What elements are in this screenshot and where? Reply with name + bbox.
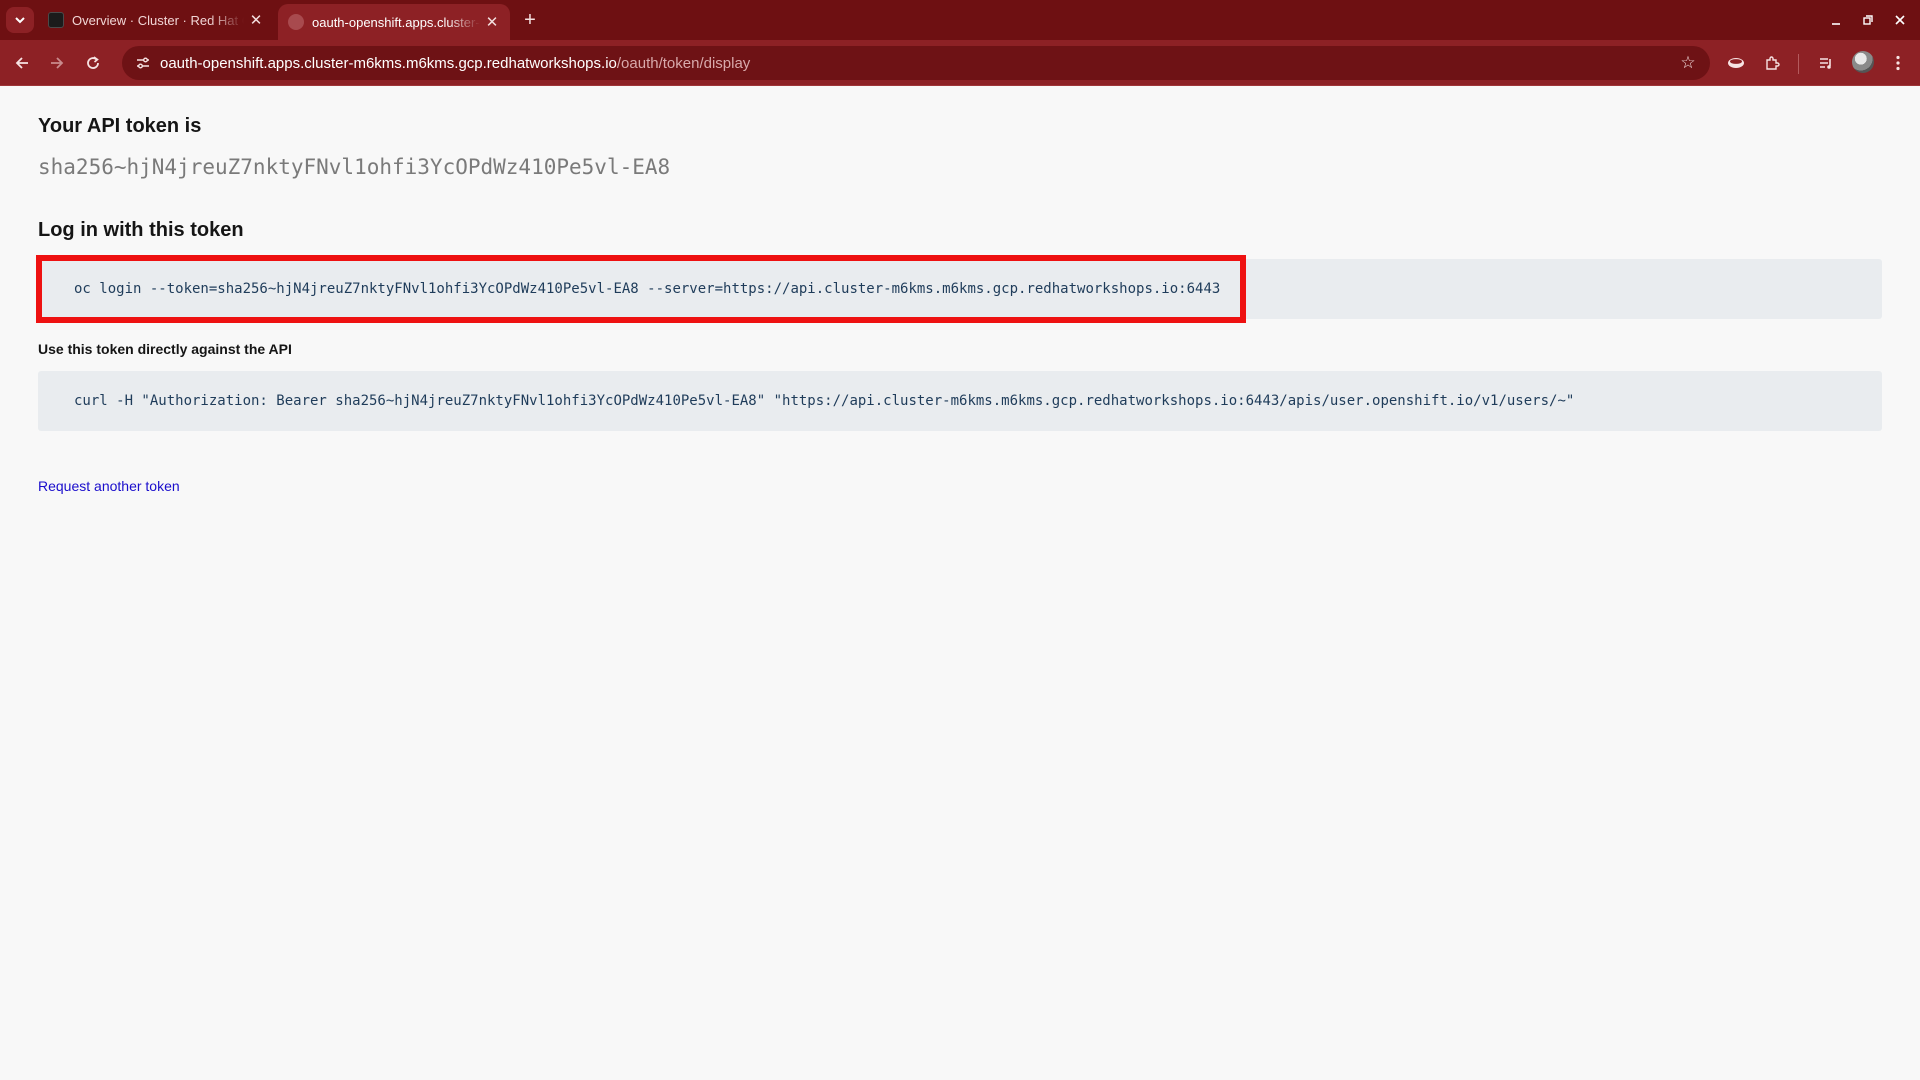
- url-path: /oauth/token/display: [616, 54, 751, 72]
- star-icon: ☆: [1680, 53, 1696, 72]
- url-text[interactable]: oauth-openshift.apps.cluster-m6kms.m6kms…: [160, 55, 750, 72]
- url-host: oauth-openshift.apps.cluster-m6kms.m6kms…: [160, 54, 617, 72]
- request-another-token-link[interactable]: Request another token: [38, 478, 180, 494]
- new-tab-button[interactable]: +: [518, 8, 542, 32]
- extension-button[interactable]: [1724, 51, 1748, 75]
- toolbar-divider: [1798, 54, 1799, 74]
- site-info-button[interactable]: [126, 46, 160, 80]
- close-icon: [1895, 15, 1905, 25]
- minimize-button[interactable]: [1824, 8, 1848, 32]
- media-controls-button[interactable]: [1814, 51, 1838, 75]
- kebab-menu-icon: [1896, 55, 1900, 71]
- api-token-heading: Your API token is: [38, 115, 202, 137]
- close-window-button[interactable]: [1888, 8, 1912, 32]
- close-icon[interactable]: ✕: [244, 8, 268, 32]
- api-usage-heading: Use this token directly against the API: [38, 341, 292, 357]
- extensions-menu-button[interactable]: [1760, 51, 1784, 75]
- curl-command[interactable]: curl -H "Authorization: Bearer sha256~hj…: [38, 371, 1882, 431]
- forward-arrow-icon: [51, 57, 64, 69]
- extension-shield-icon: [1728, 58, 1744, 68]
- tab-strip: Overview · Cluster · Red Hat OpenShift ✕…: [0, 0, 1920, 40]
- browser-toolbar: oauth-openshift.apps.cluster-m6kms.m6kms…: [0, 40, 1920, 86]
- browser-menu-button[interactable]: [1886, 51, 1910, 75]
- forward-button[interactable]: [44, 50, 70, 76]
- reload-icon: [87, 56, 99, 69]
- bookmark-button[interactable]: ☆: [1676, 51, 1700, 75]
- tab-title: oauth-openshift.apps.cluster-m6kms: [312, 14, 480, 30]
- tab-oauth[interactable]: oauth-openshift.apps.cluster-m6kms ✕: [278, 4, 510, 40]
- minimize-icon: [1832, 23, 1840, 25]
- media-queue-icon: [1820, 58, 1831, 69]
- api-token-value[interactable]: sha256~hjN4jreuZ7nktyFNvl1ohfi3YcOPdWz41…: [38, 155, 670, 179]
- back-arrow-icon: [15, 57, 28, 69]
- profile-avatar[interactable]: [1852, 51, 1874, 73]
- tab-overview[interactable]: Overview · Cluster · Red Hat OpenShift ✕: [38, 4, 274, 36]
- highlight-annotation: [36, 255, 1246, 323]
- puzzle-icon: [1766, 56, 1780, 70]
- tune-icon: [137, 57, 149, 69]
- login-heading: Log in with this token: [38, 219, 244, 241]
- chevron-down-icon: [15, 17, 25, 24]
- globe-favicon-icon: [288, 14, 304, 30]
- token-display-page: Your API token is sha256~hjN4jreuZ7nktyF…: [0, 87, 1920, 1080]
- plus-icon: +: [524, 8, 536, 31]
- restore-icon: [1863, 15, 1873, 25]
- close-icon[interactable]: ✕: [480, 10, 504, 34]
- openshift-favicon-icon: [48, 12, 64, 28]
- restore-button[interactable]: [1856, 8, 1880, 32]
- reload-button[interactable]: [80, 50, 106, 76]
- back-button[interactable]: [9, 50, 35, 76]
- address-bar[interactable]: oauth-openshift.apps.cluster-m6kms.m6kms…: [122, 46, 1710, 80]
- tab-title: Overview · Cluster · Red Hat OpenShift: [72, 12, 244, 28]
- tab-search-button[interactable]: [6, 7, 34, 33]
